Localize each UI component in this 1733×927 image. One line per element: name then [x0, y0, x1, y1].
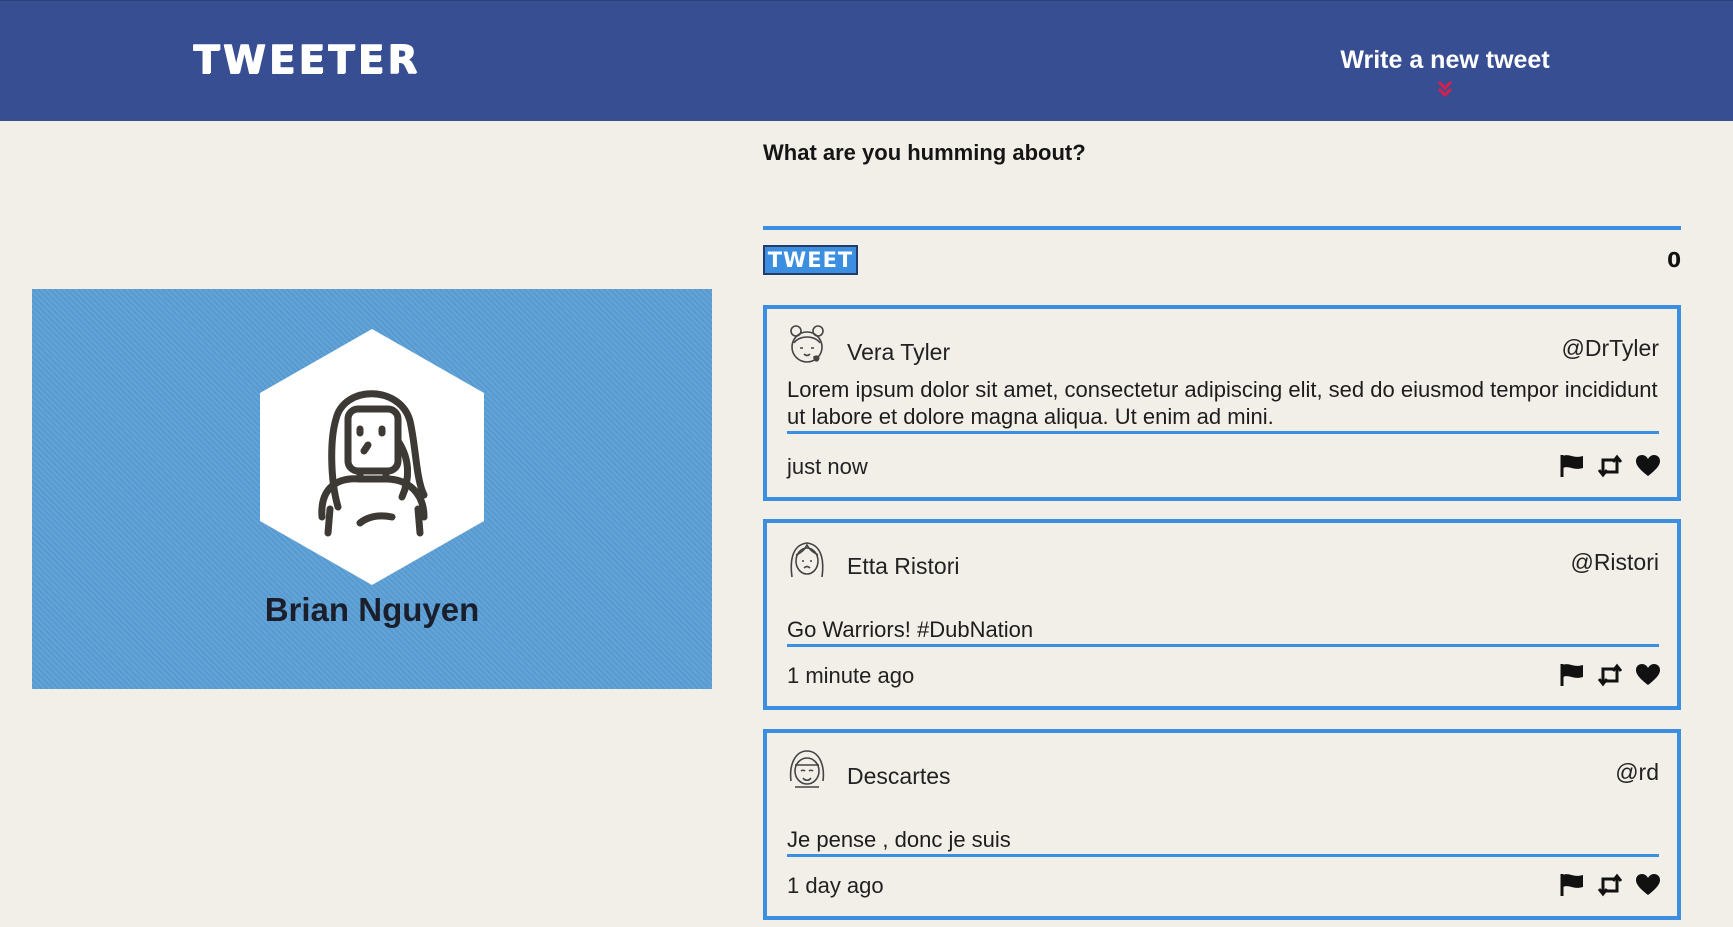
brand-logo[interactable]: TWEETER: [193, 38, 420, 83]
flag-icon[interactable]: [1559, 873, 1585, 897]
tweet-card: Vera Tyler @DrTyler Lorem ipsum dolor si…: [763, 305, 1681, 501]
tweet-text: Lorem ipsum dolor sit amet, consectetur …: [787, 376, 1659, 434]
smiling-bob-hair-avatar-icon: [787, 747, 827, 791]
retweet-icon[interactable]: [1597, 873, 1623, 897]
profile-card: Brian Nguyen: [32, 289, 712, 689]
write-new-tweet-label[interactable]: Write a new tweet: [1330, 46, 1560, 75]
tweet-actions: [1559, 663, 1661, 687]
profile-name: Brian Nguyen: [264, 591, 480, 628]
retweet-icon[interactable]: [1597, 663, 1623, 687]
flag-icon[interactable]: [1559, 454, 1585, 478]
tweet-author-name: Descartes: [847, 763, 951, 789]
flag-icon[interactable]: [1559, 663, 1585, 687]
retweet-icon[interactable]: [1597, 454, 1623, 478]
tweet-submit-button[interactable]: TWEET: [763, 245, 858, 275]
tweet-actions: [1559, 454, 1661, 478]
tweet-author-handle[interactable]: @DrTyler: [1562, 335, 1659, 362]
tweet-timestamp: 1 day ago: [787, 873, 884, 898]
top-nav: TWEETER Write a new tweet: [0, 0, 1733, 121]
tweet-text: Je pense , donc je suis: [787, 826, 1659, 857]
composer-prompt: What are you humming about?: [763, 140, 1086, 165]
double-chevron-down-icon[interactable]: [1435, 79, 1455, 99]
tweet-author-handle[interactable]: @rd: [1615, 759, 1659, 786]
profile-avatar: [260, 329, 484, 585]
tweet-card: Etta Ristori @Ristori Go Warriors! #DubN…: [763, 519, 1681, 710]
tweet-timestamp: 1 minute ago: [787, 663, 915, 688]
tweet-author-name: Vera Tyler: [847, 339, 951, 365]
girl-with-buns-avatar-icon: [787, 323, 827, 367]
tweet-author-handle[interactable]: @Ristori: [1570, 549, 1659, 576]
tweet-timestamp: just now: [787, 454, 868, 479]
tweet-text-input[interactable]: [763, 176, 1681, 230]
character-counter: 0: [1667, 248, 1681, 272]
tweet-actions: [1559, 873, 1661, 897]
long-hair-woman-avatar-icon: [787, 537, 827, 581]
heart-icon[interactable]: [1635, 663, 1661, 687]
tweet-author-name: Etta Ristori: [847, 553, 960, 579]
heart-icon[interactable]: [1635, 454, 1661, 478]
tweet-text: Go Warriors! #DubNation: [787, 616, 1659, 647]
write-new-tweet-toggle[interactable]: Write a new tweet: [1330, 46, 1560, 99]
heart-icon[interactable]: [1635, 873, 1661, 897]
tweet-card: Descartes @rd Je pense , donc je suis 1 …: [763, 729, 1681, 920]
